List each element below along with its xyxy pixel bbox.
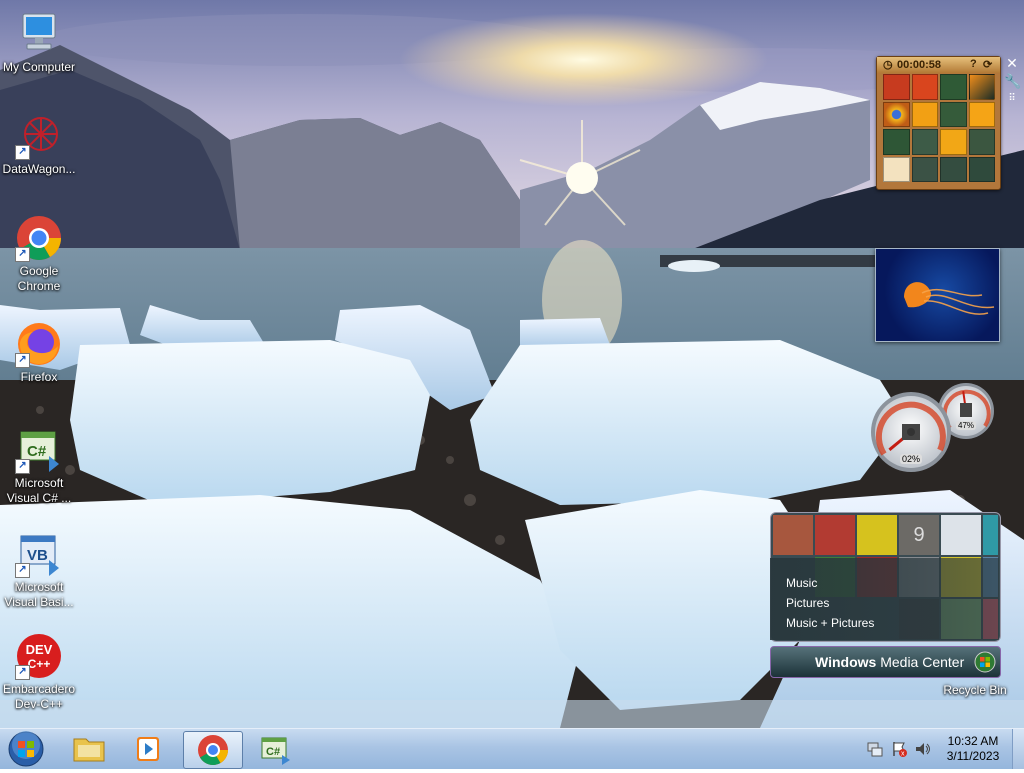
desktop-icon-firefox[interactable]: ↗ Firefox <box>0 320 78 385</box>
puzzle-tile[interactable] <box>940 129 967 155</box>
puzzle-tile[interactable] <box>883 156 910 182</box>
timer-icon: ◷ <box>883 59 893 71</box>
chrome-icon <box>198 735 228 766</box>
puzzle-tile[interactable] <box>940 101 967 127</box>
picture-puzzle-gadget[interactable]: ◷ 00:00:58 ? ⟳ <box>876 56 1001 190</box>
folder-icon <box>73 738 105 762</box>
firefox-icon: ↗ <box>15 320 63 368</box>
puzzle-tile[interactable] <box>911 101 938 127</box>
desktop-icon-label: Google Chrome <box>17 264 61 293</box>
media-thumb-number: 9 <box>899 515 939 555</box>
desktop-icon-devcpp[interactable]: DEV C++ ↗ Embarcadero Dev-C++ <box>0 632 78 712</box>
svg-text:C#: C# <box>266 746 280 758</box>
visual-csharp-icon: C# <box>261 737 290 765</box>
desktop-icon-datawagon[interactable]: ↗ DataWagon... <box>0 112 78 177</box>
memory-value: 47% <box>956 421 977 430</box>
puzzle-tile[interactable] <box>911 129 938 155</box>
puzzle-tile[interactable] <box>940 156 967 182</box>
media-center-brand: Windows Media Center <box>815 654 964 670</box>
puzzle-header: ◷ 00:00:58 ? ⟳ <box>877 57 1000 73</box>
puzzle-tile-empty[interactable] <box>968 156 995 182</box>
svg-text:VB: VB <box>27 547 48 564</box>
media-center-menu: Music Pictures Music + Pictures <box>770 558 999 640</box>
puzzle-tile[interactable] <box>968 101 995 127</box>
volume-icon[interactable] <box>914 740 932 758</box>
visual-basic-icon: VB ↗ <box>15 530 63 578</box>
desktop-icon-label: Embarcadero Dev-C++ <box>2 682 76 711</box>
puzzle-tile[interactable] <box>968 74 995 100</box>
menu-item-music[interactable]: Music <box>786 576 817 590</box>
shortcut-arrow-icon: ↗ <box>15 563 30 578</box>
gadget-controls: ✕ 🔧 ⠿ <box>1004 55 1022 109</box>
jellyfish-image <box>904 282 995 315</box>
puzzle-tile[interactable] <box>883 74 910 100</box>
slideshow-gadget[interactable] <box>875 248 1000 342</box>
clock-time: 10:32 AM <box>947 734 999 748</box>
desktop-icon-google-chrome[interactable]: ↗ Google Chrome <box>0 214 78 294</box>
puzzle-timer: 00:00:58 <box>897 59 942 71</box>
desktop-icon-label: Microsoft Visual C# ... <box>6 476 72 505</box>
media-center-gadget[interactable]: 9 Music Pictures Music + Pictures Window… <box>770 512 1001 678</box>
start-button[interactable] <box>6 730 46 768</box>
windows-logo-icon <box>974 651 996 673</box>
windows-media-center-bar[interactable]: Windows Media Center <box>770 646 1001 678</box>
desktop-icon-label: Microsoft Visual Basi... <box>4 580 74 609</box>
puzzle-tile[interactable] <box>940 74 967 100</box>
close-icon[interactable]: ✕ <box>1004 55 1020 71</box>
svg-text:C++: C++ <box>28 657 51 671</box>
network-icon[interactable] <box>866 740 884 758</box>
cpu-meter-gadget[interactable]: 02% 47% <box>870 380 996 474</box>
system-clock[interactable]: 10:32 AM 3/11/2023 <box>940 734 1006 764</box>
shortcut-arrow-icon: ↗ <box>15 145 30 160</box>
shortcut-arrow-icon: ↗ <box>15 459 30 474</box>
puzzle-tile[interactable] <box>883 101 910 127</box>
taskbar-chrome[interactable] <box>183 731 243 769</box>
wrench-icon[interactable]: 🔧 <box>1004 73 1021 89</box>
desktop-icon-visual-csharp[interactable]: C# ↗ Microsoft Visual C# ... <box>0 426 78 506</box>
taskbar-visual-csharp[interactable]: C# <box>246 731 304 767</box>
devcpp-icon: DEV C++ ↗ <box>15 632 63 680</box>
show-desktop-button[interactable] <box>1012 729 1024 769</box>
desktop-icon-visual-basic[interactable]: VB ↗ Microsoft Visual Basi... <box>0 530 78 610</box>
svg-text:DEV: DEV <box>26 642 53 657</box>
brand-media-center: Media Center <box>880 654 965 670</box>
chrome-icon: ↗ <box>15 214 63 262</box>
computer-icon <box>15 10 63 58</box>
svg-text:x: x <box>901 751 905 758</box>
brand-windows: Windows <box>815 654 877 670</box>
desktop-icon-my-computer[interactable]: My Computer <box>0 10 78 75</box>
desktop-icon-label: My Computer <box>2 60 76 74</box>
puzzle-grid <box>883 74 995 182</box>
taskbar-media-player[interactable] <box>120 731 178 767</box>
visual-csharp-icon: C# ↗ <box>15 426 63 474</box>
help-icon[interactable]: ? <box>970 58 977 70</box>
clock-date: 3/11/2023 <box>946 749 1000 763</box>
taskbar-explorer[interactable] <box>60 731 118 767</box>
desktop-icon-label: Firefox <box>20 370 58 384</box>
taskbar: C# x 10:32 AM 3/11/2023 <box>0 728 1024 769</box>
desktop-icon-label: DataWagon... <box>2 162 76 176</box>
media-player-icon <box>137 737 159 761</box>
shortcut-arrow-icon: ↗ <box>15 247 30 262</box>
menu-item-pictures[interactable]: Pictures <box>786 596 829 610</box>
memory-chip-icon <box>960 403 972 417</box>
puzzle-tile[interactable] <box>911 74 938 100</box>
cpu-value: 02% <box>900 454 923 464</box>
puzzle-tile[interactable] <box>911 156 938 182</box>
action-center-flag-icon[interactable]: x <box>890 740 908 758</box>
shortcut-arrow-icon: ↗ <box>15 665 30 680</box>
puzzle-tile[interactable] <box>968 129 995 155</box>
svg-text:C#: C# <box>27 443 47 460</box>
shuffle-icon[interactable]: ⟳ <box>983 58 992 71</box>
puzzle-tile[interactable] <box>883 129 910 155</box>
shortcut-arrow-icon: ↗ <box>15 353 30 368</box>
windows-start-icon <box>8 731 44 767</box>
datawagon-icon: ↗ <box>15 112 63 160</box>
menu-item-music-pictures[interactable]: Music + Pictures <box>786 616 874 630</box>
drag-handle-icon[interactable]: ⠿ <box>1004 91 1020 107</box>
recycle-bin-label[interactable]: Recycle Bin <box>930 683 1020 697</box>
